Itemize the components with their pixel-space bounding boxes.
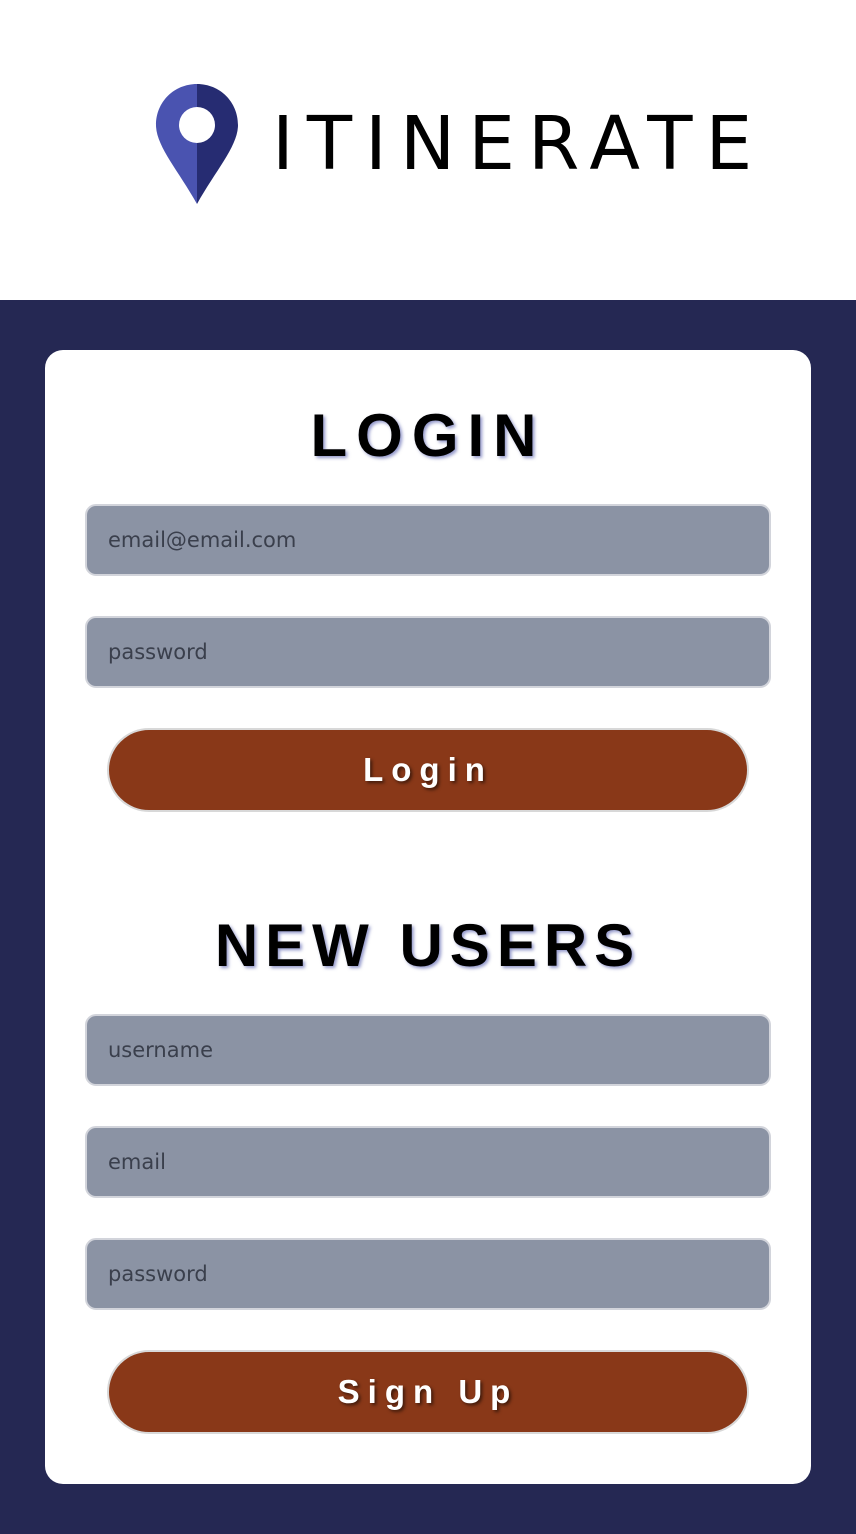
auth-card: LOGIN Login NEW USERS Sign Up (45, 350, 811, 1484)
login-email-input[interactable] (85, 504, 771, 576)
login-title: LOGIN (310, 402, 546, 469)
login-button[interactable]: Login (107, 728, 749, 812)
main-area: LOGIN Login NEW USERS Sign Up (0, 300, 856, 1534)
signup-email-input[interactable] (85, 1126, 771, 1198)
location-pin-icon (156, 84, 238, 204)
brand-name: ITINERATE (272, 101, 766, 187)
login-password-input[interactable] (85, 616, 771, 688)
header: ITINERATE (0, 0, 856, 300)
sign-up-button[interactable]: Sign Up (107, 1350, 749, 1434)
signup-password-input[interactable] (85, 1238, 771, 1310)
new-users-title: NEW USERS (214, 912, 642, 979)
signup-username-input[interactable] (85, 1014, 771, 1086)
